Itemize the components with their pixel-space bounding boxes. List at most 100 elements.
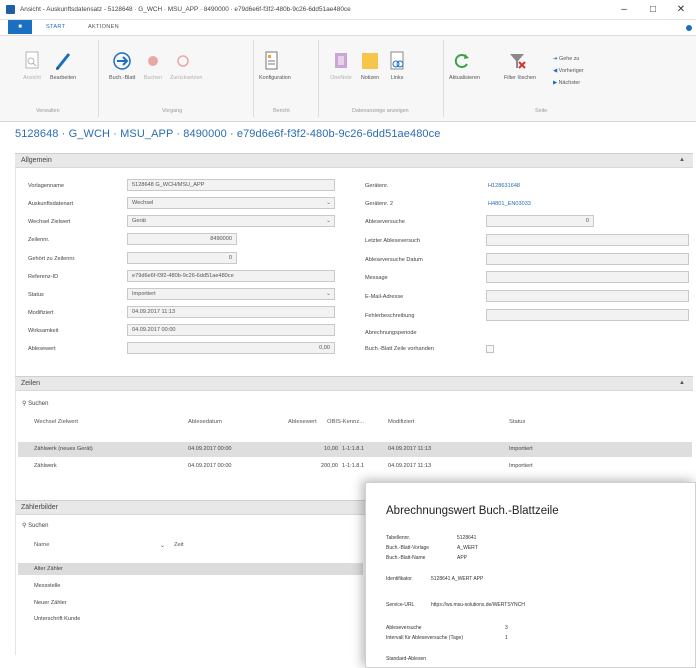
label-ableseversuche-datum: Ableseversuche Datum bbox=[365, 257, 423, 263]
table-row[interactable]: Zählwerk (neues Gerät) 04.09.2017 00:00 … bbox=[18, 442, 692, 457]
field-auskunftsdatenart[interactable]: Wechsel ⌄ bbox=[127, 197, 335, 209]
zeilen-search-label: Suchen bbox=[28, 401, 49, 407]
notes-icon bbox=[362, 53, 378, 69]
list-item[interactable]: Messstelle bbox=[34, 583, 60, 589]
label-modifiziert: Modifiziert bbox=[28, 310, 54, 316]
bearbeiten-button[interactable]: Bearbeiten bbox=[50, 50, 76, 81]
onenote-label: OneNote bbox=[330, 75, 352, 81]
col-obis[interactable]: OBIS-Kennz... bbox=[327, 419, 364, 425]
field-email[interactable] bbox=[486, 290, 689, 302]
field-ableseversuche-datum[interactable] bbox=[486, 253, 689, 265]
field-modifiziert[interactable]: 04.09.2017 11:13 bbox=[127, 306, 335, 318]
checkbox-buch-blatt-zeile-vorhanden[interactable] bbox=[486, 345, 494, 353]
buchen-button[interactable]: Buchen bbox=[140, 50, 166, 81]
selected-row-highlight bbox=[18, 563, 363, 575]
col-ablesedatum[interactable]: Ablesedatum bbox=[188, 419, 222, 425]
link-geraetenr[interactable]: H128631648 bbox=[488, 183, 520, 189]
cell-modifiziert: 04.09.2017 11:13 bbox=[388, 463, 432, 469]
zeilen-search[interactable]: ⚲ Suchen bbox=[22, 400, 48, 407]
field-gehoert-zu-zeilennr[interactable]: 0 bbox=[127, 252, 237, 264]
field-ablesewert[interactable]: 0,00 bbox=[127, 342, 335, 354]
field-ableseversuche[interactable]: 0 bbox=[486, 215, 594, 227]
window-titlebar: Ansicht - Auskunftsdatensatz - 5128648 ·… bbox=[0, 0, 696, 20]
popup-key: Service-URL bbox=[386, 602, 415, 608]
chevron-down-icon[interactable]: ⌄ bbox=[326, 198, 331, 208]
fasttab-zeilen-title: Zeilen bbox=[21, 380, 41, 387]
group-label-vorgang: Vorgang bbox=[162, 108, 183, 114]
col-name[interactable]: Name bbox=[34, 542, 49, 548]
nav-naechster[interactable]: ▶ Nächster bbox=[553, 80, 580, 86]
popup-key: Standard-Ablesen bbox=[386, 656, 427, 662]
bearbeiten-label: Bearbeiten bbox=[50, 75, 77, 81]
field-letzter-ableseversuch[interactable] bbox=[486, 234, 689, 246]
nav-vorheriger[interactable]: ◀ Vorheriger bbox=[553, 68, 584, 74]
popup-value: 5128641 A_WERT APP bbox=[431, 576, 484, 582]
col-status[interactable]: Status bbox=[509, 419, 525, 425]
fasttab-zaehlerbilder[interactable]: Zählerbilder bbox=[15, 500, 365, 515]
field-fehlerbeschreibung[interactable] bbox=[486, 309, 689, 321]
view-document-icon bbox=[25, 51, 39, 69]
nav-gehe-zu[interactable]: ➔ Gehe zu bbox=[553, 56, 579, 62]
field-wirksamkeit[interactable]: 04.09.2017 00:00 bbox=[127, 324, 335, 336]
close-button[interactable]: ✕ bbox=[671, 3, 691, 17]
popup-key: Ableseversuche bbox=[386, 625, 422, 631]
file-menu-button[interactable]: ■ bbox=[8, 20, 32, 34]
collapse-icon[interactable]: ▲ bbox=[679, 157, 685, 163]
collapse-icon[interactable]: ▲ bbox=[679, 380, 685, 386]
notizen-button[interactable]: Notizen bbox=[357, 50, 383, 81]
field-status[interactable]: Importiert ⌄ bbox=[127, 288, 335, 300]
onenote-button[interactable]: OneNote bbox=[328, 50, 354, 81]
col-ablesewert[interactable]: Ablesewert bbox=[288, 419, 317, 425]
buch-blatt-button[interactable]: Buch.-Blatt bbox=[109, 50, 135, 81]
list-item[interactable]: Alter Zähler bbox=[34, 566, 63, 572]
links-button[interactable]: Links bbox=[384, 50, 410, 81]
link-geraetenr-2[interactable]: H4801_EN03033 bbox=[488, 201, 531, 207]
notizen-label: Notizen bbox=[360, 75, 380, 81]
maximize-button[interactable]: □ bbox=[643, 3, 663, 17]
zuruecksetzen-button[interactable]: Zurücksetzen bbox=[170, 50, 202, 81]
field-status-value: Importiert bbox=[132, 291, 156, 297]
minimize-button[interactable]: – bbox=[614, 3, 634, 17]
nav-vorheriger-label: Vorheriger bbox=[558, 68, 584, 74]
clear-filter-icon bbox=[510, 54, 526, 69]
field-referenz-id[interactable]: e79d6e6f-f3f2-480b-9c26-6dd51ae480ce bbox=[127, 270, 335, 282]
col-modifiziert[interactable]: Modifiziert bbox=[388, 419, 414, 425]
label-referenz-id: Referenz-ID bbox=[28, 274, 59, 280]
aktualisieren-label: Aktualisieren bbox=[449, 75, 480, 81]
fasttab-zeilen[interactable]: Zeilen ▲ bbox=[15, 376, 693, 391]
help-icon[interactable] bbox=[686, 25, 692, 31]
col-wechsel-zielwert[interactable]: Wechsel Zielwert bbox=[34, 419, 78, 425]
col-zeit[interactable]: Zeit bbox=[174, 542, 184, 548]
reset-icon bbox=[177, 55, 189, 67]
group-label-datenanzeige: Datenanzeige anzeigen bbox=[352, 108, 409, 114]
list-item[interactable]: Neuer Zähler bbox=[34, 600, 67, 606]
chevron-down-icon[interactable]: ⌄ bbox=[326, 289, 331, 299]
label-message: Message bbox=[365, 275, 388, 281]
field-message[interactable] bbox=[486, 271, 689, 283]
popup-key: Intervall für Ableseversuche (Tage) bbox=[386, 635, 463, 641]
list-item[interactable]: Unterschrift Kunde bbox=[34, 616, 80, 622]
table-row[interactable]: Zählwerk 04.09.2017 00:00 200,00 1-1:1.8… bbox=[18, 459, 692, 474]
popup-key: Identifikator bbox=[386, 576, 412, 582]
journal-arrow-icon bbox=[113, 52, 131, 70]
zaehlerbilder-search[interactable]: ⚲ Suchen bbox=[22, 522, 48, 529]
tab-start[interactable]: START bbox=[46, 24, 65, 30]
tab-aktionen[interactable]: AKTIONEN bbox=[88, 24, 119, 30]
ansicht-button[interactable]: Ansicht bbox=[19, 50, 45, 81]
field-vorlagenname[interactable]: 5128648 G_WCH/MSU_APP bbox=[127, 179, 335, 191]
label-buch-blatt-zeile-vorhanden: Buch.-Blatt Zeile vorhanden bbox=[365, 346, 435, 352]
konfiguration-button[interactable]: Konfiguration bbox=[259, 50, 291, 81]
onenote-icon bbox=[335, 53, 347, 68]
fasttab-allgemein[interactable]: Allgemein ▲ bbox=[15, 153, 693, 168]
group-separator bbox=[318, 40, 319, 117]
filter-loeschen-button[interactable]: Filter löschen bbox=[504, 50, 536, 81]
chevron-down-icon[interactable]: ⌄ bbox=[326, 216, 331, 226]
group-label-seite: Seite bbox=[535, 108, 548, 114]
aktualisieren-button[interactable]: Aktualisieren bbox=[449, 50, 480, 81]
field-wechsel-zielwert[interactable]: Gerät ⌄ bbox=[127, 215, 335, 227]
popup-value: APP bbox=[457, 555, 468, 561]
sort-icon[interactable]: ⌄ bbox=[160, 543, 165, 549]
links-icon bbox=[390, 51, 404, 70]
field-zeilennr[interactable]: 8490000 bbox=[127, 233, 237, 245]
refresh-icon bbox=[454, 54, 469, 68]
